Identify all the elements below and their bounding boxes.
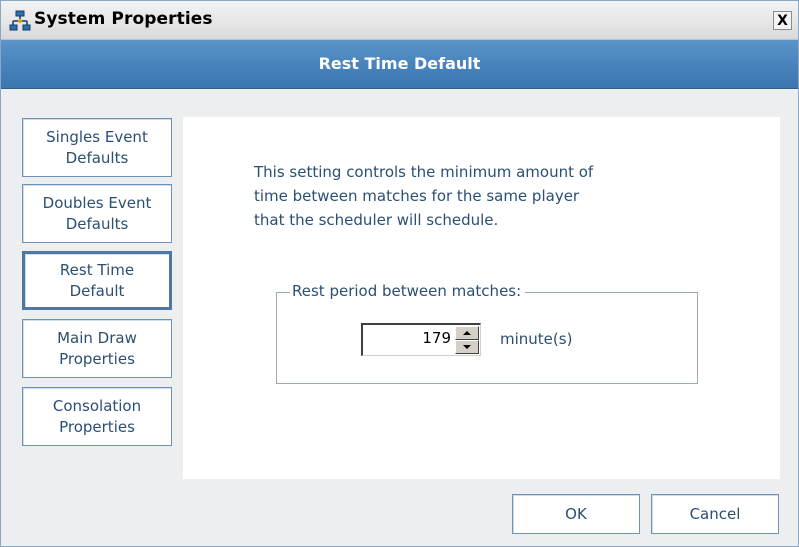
decrement-button[interactable] (455, 340, 479, 354)
nav-rest-time-default[interactable]: Rest Time Default (22, 251, 172, 310)
network-app-icon (9, 10, 31, 32)
title-bar[interactable]: System Properties X (1, 1, 798, 40)
close-button[interactable]: X (773, 11, 792, 30)
settings-panel: This setting controls the minimum amount… (183, 117, 780, 479)
system-properties-dialog: System Properties X Rest Time Default Si… (0, 0, 799, 547)
nav-singles-event-defaults[interactable]: Singles Event Defaults (22, 118, 172, 177)
ok-button[interactable]: OK (512, 494, 640, 534)
nav-consolation-properties[interactable]: Consolation Properties (22, 387, 172, 446)
arrow-up-icon (463, 331, 471, 335)
window-title: System Properties (34, 9, 213, 29)
rest-period-value[interactable]: 179 (422, 329, 451, 347)
cancel-button[interactable]: Cancel (651, 494, 779, 534)
section-header: Rest Time Default (1, 40, 798, 89)
setting-description: This setting controls the minimum amount… (254, 163, 594, 229)
arrow-down-icon (463, 345, 471, 349)
rest-period-label: Rest period between matches: (290, 282, 526, 300)
section-title: Rest Time Default (318, 54, 481, 73)
rest-period-stepper[interactable]: 179 (361, 323, 481, 356)
unit-label: minute(s) (500, 330, 573, 348)
close-icon: X (777, 12, 788, 29)
increment-button[interactable] (455, 326, 479, 340)
nav-main-draw-properties[interactable]: Main Draw Properties (22, 319, 172, 378)
nav-doubles-event-defaults[interactable]: Doubles Event Defaults (22, 184, 172, 243)
rest-period-group: Rest period between matches: 179 minute(… (276, 282, 698, 384)
